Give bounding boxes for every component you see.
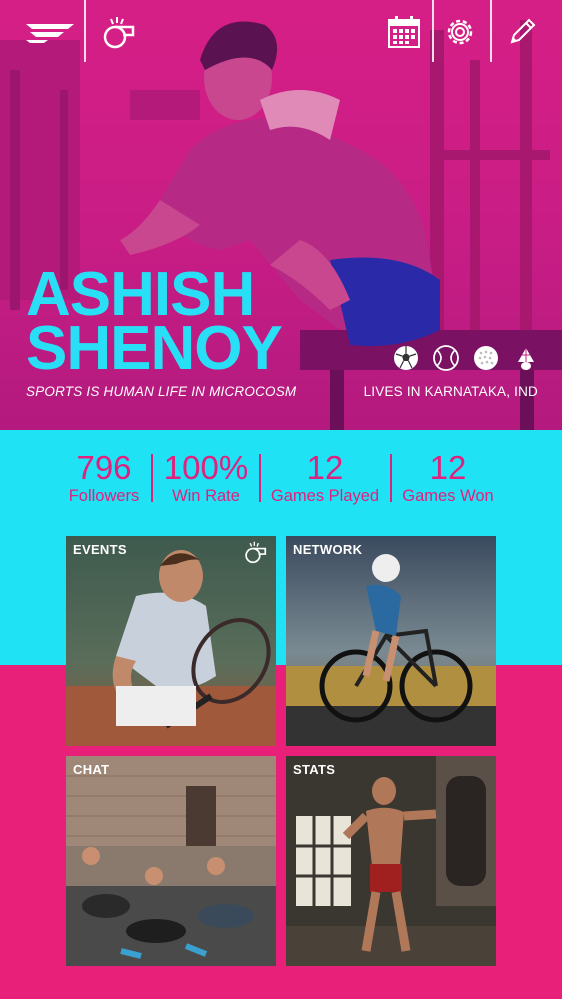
golf-ball-icon[interactable]	[472, 344, 500, 372]
stat-label: Games Won	[402, 487, 494, 505]
profile-tagline: SPORTS IS HUMAN LIFE IN MICROCOSM	[26, 384, 297, 399]
stat-label: Games Played	[270, 487, 380, 505]
gear-icon[interactable]	[440, 12, 480, 52]
profile-name: ASHISH SHENOY	[26, 264, 283, 383]
stat-label: Followers	[68, 487, 140, 505]
top-bar	[0, 0, 562, 62]
stat-games-played[interactable]: 12 Games Played	[264, 450, 386, 506]
tile-label: NETWORK	[293, 542, 363, 557]
tile-label: CHAT	[73, 762, 110, 777]
soccer-ball-icon[interactable]	[392, 344, 420, 372]
tile-chat[interactable]: CHAT	[66, 756, 276, 966]
network-photo	[286, 536, 496, 746]
stat-value: 12	[306, 449, 344, 486]
stat-value: 100%	[163, 449, 249, 486]
chat-photo	[66, 756, 276, 966]
stat-label: Win Rate	[172, 487, 240, 505]
stat-value: 796	[76, 449, 132, 486]
stats-photo	[286, 756, 496, 966]
whistle-icon	[242, 540, 268, 569]
topbar-divider	[84, 0, 86, 62]
shuttlecock-icon[interactable]	[512, 344, 540, 372]
tile-stats[interactable]: STATS	[286, 756, 496, 966]
topbar-divider	[432, 0, 434, 62]
stat-value: 12	[429, 449, 467, 486]
favorite-sports	[392, 344, 542, 374]
tennis-ball-icon[interactable]	[432, 344, 460, 372]
tile-events[interactable]: EVENTS	[66, 536, 276, 746]
whistle-icon[interactable]	[98, 12, 138, 52]
calendar-icon[interactable]	[384, 12, 424, 52]
topbar-divider	[490, 0, 492, 62]
stat-win-rate[interactable]: 100% Win Rate	[156, 450, 256, 506]
stat-divider	[390, 454, 392, 502]
logo-wing-icon[interactable]	[24, 12, 76, 52]
tile-label: EVENTS	[73, 542, 127, 557]
tile-network[interactable]: NETWORK	[286, 536, 496, 746]
pencil-icon[interactable]	[502, 12, 542, 52]
last-name: SHENOY	[26, 314, 283, 383]
profile-location: LIVES IN KARNATAKA, IND	[363, 384, 538, 399]
tile-label: STATS	[293, 762, 336, 777]
profile-hero: ASHISH SHENOY SPORTS IS HUMAN LIFE IN MI…	[0, 0, 562, 430]
stat-divider	[259, 454, 261, 502]
stat-divider	[151, 454, 153, 502]
stat-followers[interactable]: 796 Followers	[62, 450, 146, 506]
stat-games-won[interactable]: 12 Games Won	[396, 450, 500, 506]
